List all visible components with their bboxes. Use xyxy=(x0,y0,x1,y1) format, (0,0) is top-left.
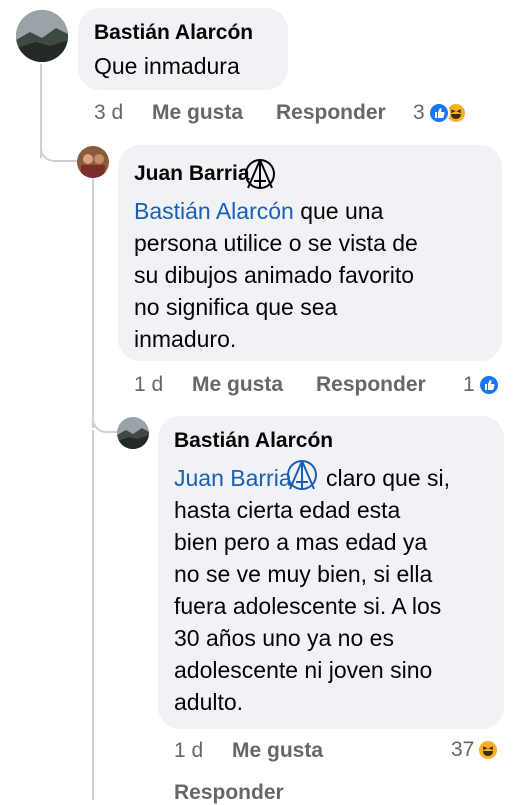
like-button[interactable]: Me gusta xyxy=(152,101,276,125)
comment-author[interactable]: Juan Barria xyxy=(134,157,278,191)
like-button[interactable]: Me gusta xyxy=(192,373,316,397)
haha-icon xyxy=(477,739,500,761)
mention-link[interactable]: Juan Barria xyxy=(174,460,320,491)
reaction-summary[interactable]: 1 xyxy=(463,373,500,397)
comment-text: Juan Barria claro que si, hasta cierta e… xyxy=(174,458,488,718)
reply-button[interactable]: Responder xyxy=(174,781,284,805)
avatar-image xyxy=(117,417,149,449)
comment-time[interactable]: 1 d xyxy=(174,739,232,763)
thread-connector xyxy=(92,395,118,433)
comment-author[interactable]: Bastián Alarcón xyxy=(94,20,253,46)
avatar[interactable] xyxy=(117,417,149,449)
like-button[interactable]: Me gusta xyxy=(232,739,356,763)
reaction-summary[interactable]: 37 xyxy=(451,738,500,762)
comment-text: Que inmadura xyxy=(94,53,240,79)
comment-time[interactable]: 3 d xyxy=(94,101,152,125)
thread-line-nested xyxy=(92,430,94,800)
like-icon xyxy=(477,374,500,396)
comment-author[interactable]: Bastián Alarcón xyxy=(174,428,333,454)
profile-badge-icon xyxy=(286,460,317,490)
like-icon xyxy=(427,102,450,124)
author-name: Juan Barria xyxy=(134,162,250,185)
comment-time[interactable]: 1 d xyxy=(134,373,192,397)
avatar-image xyxy=(16,10,68,62)
comment-text: Bastián Alarcón que una persona utilice … xyxy=(134,198,418,352)
comment-bubble: Juan Barria Bastián Alarcón que una pers… xyxy=(118,145,502,361)
comment-actions: 3 d Me gusta Responder xyxy=(94,101,386,125)
reply-button[interactable]: Responder xyxy=(276,101,386,125)
reaction-count: 3 xyxy=(413,101,425,124)
thread-line-reply xyxy=(92,178,94,428)
comment-bubble: Bastián Alarcón Juan Barria claro que si… xyxy=(158,416,504,729)
comment-actions: 1 d Me gusta Responder xyxy=(134,373,426,397)
avatar-image xyxy=(77,146,109,178)
comment-actions: 1 d Me gusta Responder xyxy=(174,739,374,805)
reply-button[interactable]: Responder xyxy=(316,373,426,397)
avatar[interactable] xyxy=(16,10,68,62)
reaction-summary[interactable]: 3 xyxy=(413,101,467,125)
comment-bubble: Bastián Alarcón Que inmadura xyxy=(78,8,288,90)
thread-connector xyxy=(40,120,80,162)
profile-badge-icon xyxy=(244,159,275,189)
avatar[interactable] xyxy=(77,146,109,178)
reaction-count: 37 xyxy=(451,738,475,761)
mention-link[interactable]: Bastián Alarcón xyxy=(134,198,294,224)
reaction-count: 1 xyxy=(463,373,475,396)
